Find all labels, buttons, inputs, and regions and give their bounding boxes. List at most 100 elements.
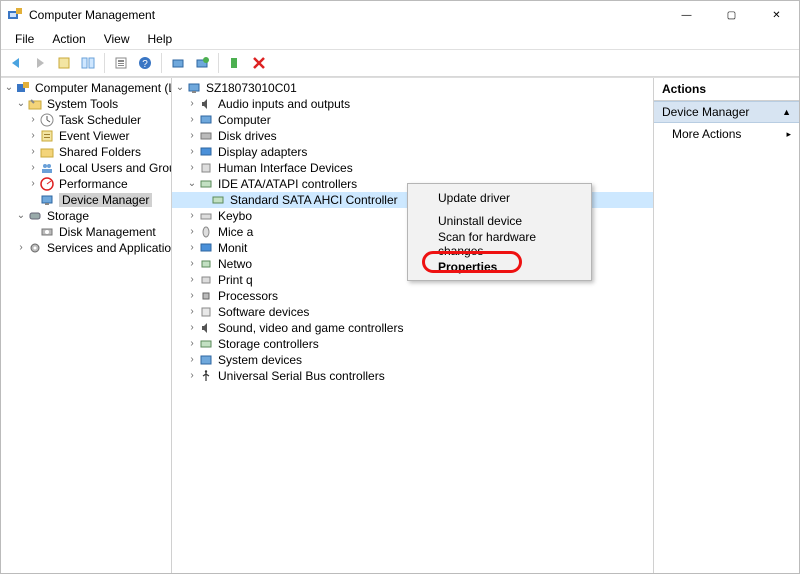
toolbar: ? [1, 49, 799, 77]
collapse-icon[interactable]: ⌄ [186, 179, 198, 189]
expand-icon[interactable]: › [186, 339, 198, 349]
expand-icon[interactable]: › [186, 147, 198, 157]
keyboard-icon [198, 208, 214, 224]
expand-icon[interactable]: › [186, 227, 198, 237]
expand-icon[interactable]: › [27, 179, 39, 189]
device-category[interactable]: ›Display adapters [172, 144, 653, 160]
ctx-scan-hardware[interactable]: Scan for hardware changes [410, 232, 589, 255]
minimize-button[interactable]: — [664, 1, 709, 29]
expand-icon[interactable]: › [15, 243, 27, 253]
users-icon [39, 160, 55, 176]
tree-root[interactable]: ⌄ Computer Management (Local) [1, 80, 171, 96]
actions-more-label: More Actions [672, 127, 741, 141]
folder-share-icon [39, 144, 55, 160]
expand-icon[interactable]: › [27, 131, 39, 141]
window-title: Computer Management [29, 8, 155, 22]
device-category[interactable]: ›Sound, video and game controllers [172, 320, 653, 336]
collapse-icon[interactable]: ⌄ [15, 211, 27, 221]
collapse-icon[interactable]: ⌄ [15, 99, 27, 109]
toolbar-separator [218, 53, 219, 73]
menu-help[interactable]: Help [140, 30, 181, 48]
cpu-icon [198, 288, 214, 304]
tree-item-local-users[interactable]: ›Local Users and Groups [1, 160, 171, 176]
device-category[interactable]: ›Processors [172, 288, 653, 304]
hid-icon [198, 160, 214, 176]
tree-label: Audio inputs and outputs [218, 97, 350, 111]
scan-button[interactable] [167, 52, 189, 74]
menu-bar: File Action View Help [1, 29, 799, 49]
storage-icon [27, 208, 43, 224]
scan-hw-button[interactable] [191, 52, 213, 74]
device-category[interactable]: ›Disk drives [172, 128, 653, 144]
tree-item-task-scheduler[interactable]: ›Task Scheduler [1, 112, 171, 128]
expand-icon[interactable]: › [186, 259, 198, 269]
tree-label: Device Manager [59, 193, 152, 207]
expand-icon[interactable]: › [27, 147, 39, 157]
expand-icon[interactable]: › [27, 163, 39, 173]
expand-icon[interactable]: › [186, 307, 198, 317]
sound-icon [198, 320, 214, 336]
device-category[interactable]: ›Storage controllers [172, 336, 653, 352]
back-button[interactable] [5, 52, 27, 74]
expand-icon[interactable]: › [27, 115, 39, 125]
computer-icon [198, 112, 214, 128]
expand-icon[interactable]: › [186, 115, 198, 125]
expand-icon[interactable]: › [186, 99, 198, 109]
menu-file[interactable]: File [7, 30, 42, 48]
tree-item-disk-management[interactable]: Disk Management [1, 224, 171, 240]
ide-icon [210, 192, 226, 208]
device-root[interactable]: ⌄ SZ18073010C01 [172, 80, 653, 96]
expand-icon[interactable]: › [186, 371, 198, 381]
menu-view[interactable]: View [96, 30, 138, 48]
prop-button[interactable] [110, 52, 132, 74]
software-icon [198, 304, 214, 320]
tree-item-system-tools[interactable]: ⌄ System Tools [1, 96, 171, 112]
expand-icon[interactable]: › [186, 243, 198, 253]
ctx-update-driver[interactable]: Update driver [410, 186, 589, 209]
maximize-button[interactable]: ▢ [709, 1, 754, 29]
tree-label: Shared Folders [59, 145, 141, 159]
up-button[interactable] [53, 52, 75, 74]
actions-more[interactable]: More Actions ▸ [654, 123, 799, 145]
tree-item-device-manager[interactable]: Device Manager [1, 192, 171, 208]
forward-button[interactable] [29, 52, 51, 74]
device-category[interactable]: ›Computer [172, 112, 653, 128]
device-category[interactable]: › Audio inputs and outputs [172, 96, 653, 112]
expand-icon[interactable]: › [186, 291, 198, 301]
tree-label: Computer Management (Local) [35, 81, 172, 95]
actions-header: Actions [654, 78, 799, 101]
expand-icon[interactable]: › [186, 275, 198, 285]
device-category[interactable]: ›Human Interface Devices [172, 160, 653, 176]
expand-icon[interactable]: › [186, 323, 198, 333]
enable-button[interactable] [224, 52, 246, 74]
uninstall-button[interactable] [248, 52, 270, 74]
collapse-icon[interactable]: ⌄ [174, 83, 186, 93]
console-tree-pane[interactable]: ⌄ Computer Management (Local) ⌄ System T… [1, 78, 172, 573]
close-button[interactable]: ✕ [754, 1, 799, 29]
expand-icon[interactable]: › [186, 355, 198, 365]
device-category[interactable]: ›Software devices [172, 304, 653, 320]
tree-item-storage[interactable]: ⌄ Storage [1, 208, 171, 224]
tree-item-performance[interactable]: ›Performance [1, 176, 171, 192]
expand-icon[interactable]: › [186, 131, 198, 141]
tree-item-event-viewer[interactable]: ›Event Viewer [1, 128, 171, 144]
mmc-icon [15, 80, 31, 96]
device-category[interactable]: ›System devices [172, 352, 653, 368]
actions-section-header[interactable]: Device Manager ▲ [654, 101, 799, 123]
show-hide-button[interactable] [77, 52, 99, 74]
main-content: ⌄ Computer Management (Local) ⌄ System T… [1, 77, 799, 573]
expand-icon[interactable]: › [186, 211, 198, 221]
help-button[interactable]: ? [134, 52, 156, 74]
tree-label: Monit [218, 241, 247, 255]
menu-action[interactable]: Action [44, 30, 93, 48]
tree-item-services-apps[interactable]: › Services and Applications [1, 240, 171, 256]
tree-item-shared-folders[interactable]: › Shared Folders [1, 144, 171, 160]
collapse-icon[interactable]: ▲ [782, 107, 791, 117]
chevron-right-icon: ▸ [786, 129, 791, 140]
tree-label: Storage [47, 209, 89, 223]
device-tree-pane[interactable]: ⌄ SZ18073010C01 › Audio inputs and output… [172, 78, 654, 573]
ctx-properties[interactable]: Properties [410, 255, 589, 278]
expand-icon[interactable]: › [186, 163, 198, 173]
device-category[interactable]: ›Universal Serial Bus controllers [172, 368, 653, 384]
collapse-icon[interactable]: ⌄ [3, 83, 15, 93]
